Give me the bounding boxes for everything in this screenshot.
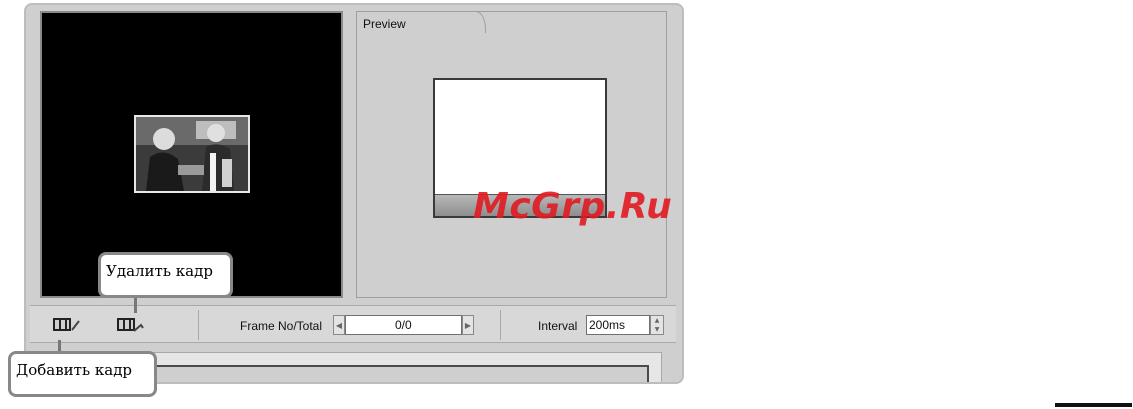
frame-next-button[interactable]: ▶ — [462, 315, 474, 335]
preview-tab-label: Preview — [363, 17, 406, 31]
interval-up-button[interactable]: ▲ — [651, 316, 663, 325]
frame-toolbar: Frame No/Total ◀ 0/0 ▶ Interval 200ms ▲ … — [30, 305, 676, 343]
toolbar-separator — [500, 310, 501, 340]
add-frame-callout: Добавить кадр — [8, 351, 157, 397]
tab-preview[interactable]: Preview — [356, 11, 486, 33]
thumbnail-image — [136, 117, 248, 191]
delete-frame-callout-text: Удалить кадр — [106, 262, 213, 280]
interval-value: 200ms — [589, 318, 626, 332]
add-frame-callout-text: Добавить кадр — [16, 361, 133, 379]
frame-number-value: 0/0 — [395, 318, 412, 332]
toolbar-separator — [198, 310, 199, 340]
interval-label: Interval — [538, 319, 578, 333]
interval-spinner[interactable]: ▲ ▼ — [650, 315, 664, 335]
interval-down-button[interactable]: ▼ — [651, 325, 663, 334]
frame-number-label: Frame No/Total — [240, 319, 323, 333]
delete-frame-button[interactable] — [114, 316, 146, 334]
watermark: McGrp.Ru — [473, 186, 673, 227]
add-frame-icon — [53, 318, 80, 331]
page-corner-rule — [1055, 403, 1132, 407]
frame-thumbnail[interactable] — [134, 115, 250, 193]
delete-frame-callout: Удалить кадр — [98, 252, 233, 298]
delete-frame-icon — [117, 318, 144, 332]
callout-leader-delete — [134, 297, 137, 313]
frame-prev-button[interactable]: ◀ — [333, 315, 345, 335]
add-frame-button[interactable] — [50, 316, 82, 334]
preview-panel: Preview — [356, 11, 667, 298]
